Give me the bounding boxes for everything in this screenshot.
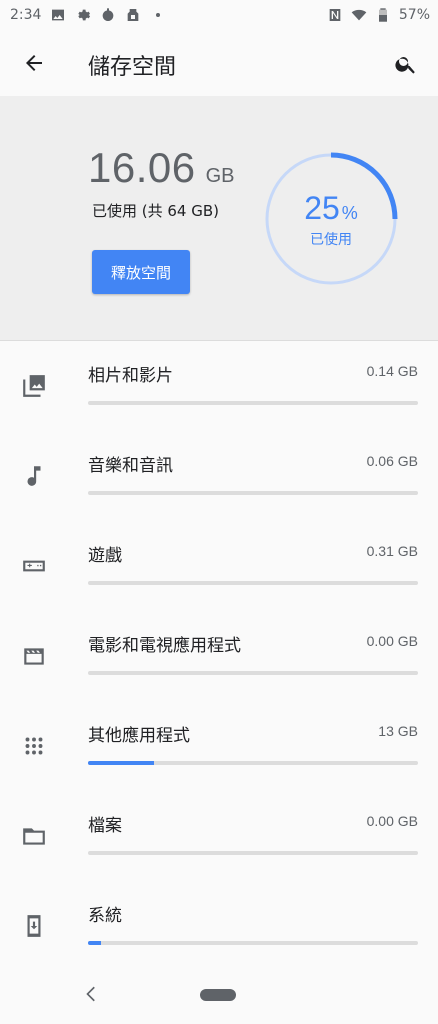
page-title: 儲存空間 xyxy=(88,55,177,80)
category-usage-fill xyxy=(88,761,154,765)
category-size: 0.06 GB xyxy=(366,453,418,469)
wifi-icon xyxy=(351,7,367,23)
category-label: 電影和電視應用程式 xyxy=(88,636,241,656)
used-number: 16.06 xyxy=(88,144,196,191)
app-bar: 儲存空間 xyxy=(0,30,438,96)
gamepad-icon xyxy=(20,552,48,580)
category-label: 其他應用程式 xyxy=(88,726,190,746)
category-size: 13 GB xyxy=(378,723,418,739)
category-label: 遊戲 xyxy=(88,546,122,566)
category-size: 0.00 GB xyxy=(366,633,418,649)
status-left: 2:34 xyxy=(0,7,166,23)
category-row-other-apps[interactable]: 其他應用程式 13 GB xyxy=(0,701,438,791)
dot-icon xyxy=(150,7,166,23)
category-row-system[interactable]: 系統 xyxy=(0,881,438,971)
category-row-music[interactable]: 音樂和音訊 0.06 GB xyxy=(0,431,438,521)
category-usage-bar xyxy=(88,851,418,855)
search-icon xyxy=(395,57,415,74)
back-button[interactable] xyxy=(18,47,50,79)
percent-row: 25 % xyxy=(304,190,358,227)
category-usage-fill xyxy=(88,941,102,945)
movie-icon xyxy=(20,642,48,670)
category-usage-bar xyxy=(88,491,418,495)
storage-summary: 16.06 GB 已使用 (共 64 GB) 釋放空間 25 % 已使用 xyxy=(0,96,438,341)
category-row-games[interactable]: 遊戲 0.31 GB xyxy=(0,521,438,611)
category-usage-bar xyxy=(88,581,418,585)
battery-percent: 57% xyxy=(398,7,430,23)
bug-icon xyxy=(100,7,116,23)
category-row-photos[interactable]: 相片和影片 0.14 GB xyxy=(0,341,438,431)
category-row-movies[interactable]: 電影和電視應用程式 0.00 GB xyxy=(0,611,438,701)
nav-back-button[interactable] xyxy=(80,982,104,1006)
used-unit: GB xyxy=(205,165,235,187)
folder-icon xyxy=(20,822,48,850)
status-bar: 2:34 57% xyxy=(0,0,438,30)
search-button[interactable] xyxy=(390,48,422,80)
category-usage-bar xyxy=(88,941,418,945)
category-label: 系統 xyxy=(88,906,122,926)
nfc-icon xyxy=(327,7,343,23)
status-time: 2:34 xyxy=(10,7,42,23)
used-size: 16.06 GB xyxy=(88,144,235,192)
percent-label: 已使用 xyxy=(310,231,352,248)
category-usage-bar xyxy=(88,761,418,765)
photo-library-icon xyxy=(20,372,48,400)
category-size: 0.31 GB xyxy=(366,543,418,559)
category-row-files[interactable]: 檔案 0.00 GB xyxy=(0,791,438,881)
category-label: 檔案 xyxy=(88,816,122,836)
category-label: 相片和影片 xyxy=(88,366,173,386)
system-navigation-bar xyxy=(0,966,438,1024)
status-right: 57% xyxy=(327,7,438,23)
home-pill-icon[interactable] xyxy=(200,989,236,1001)
system-update-icon xyxy=(20,912,48,940)
gear-icon xyxy=(75,7,91,23)
percent-value: 25 xyxy=(304,189,340,226)
back-arrow-icon xyxy=(26,55,42,71)
category-size: 0.00 GB xyxy=(366,813,418,829)
nav-back-icon xyxy=(86,986,95,1002)
battery-icon xyxy=(375,7,391,23)
apps-grid-icon xyxy=(20,732,48,760)
donut-center: 25 % 已使用 xyxy=(264,152,398,286)
category-label: 音樂和音訊 xyxy=(88,456,173,476)
category-usage-bar xyxy=(88,671,418,675)
percent-sign: % xyxy=(341,202,358,223)
image-icon xyxy=(50,7,66,23)
free-up-space-button[interactable]: 釋放空間 xyxy=(92,250,190,294)
category-size: 0.14 GB xyxy=(366,363,418,379)
music-note-icon xyxy=(20,462,48,490)
category-usage-bar xyxy=(88,401,418,405)
used-caption: 已使用 (共 64 GB) xyxy=(92,202,220,220)
app-icon xyxy=(125,7,141,23)
